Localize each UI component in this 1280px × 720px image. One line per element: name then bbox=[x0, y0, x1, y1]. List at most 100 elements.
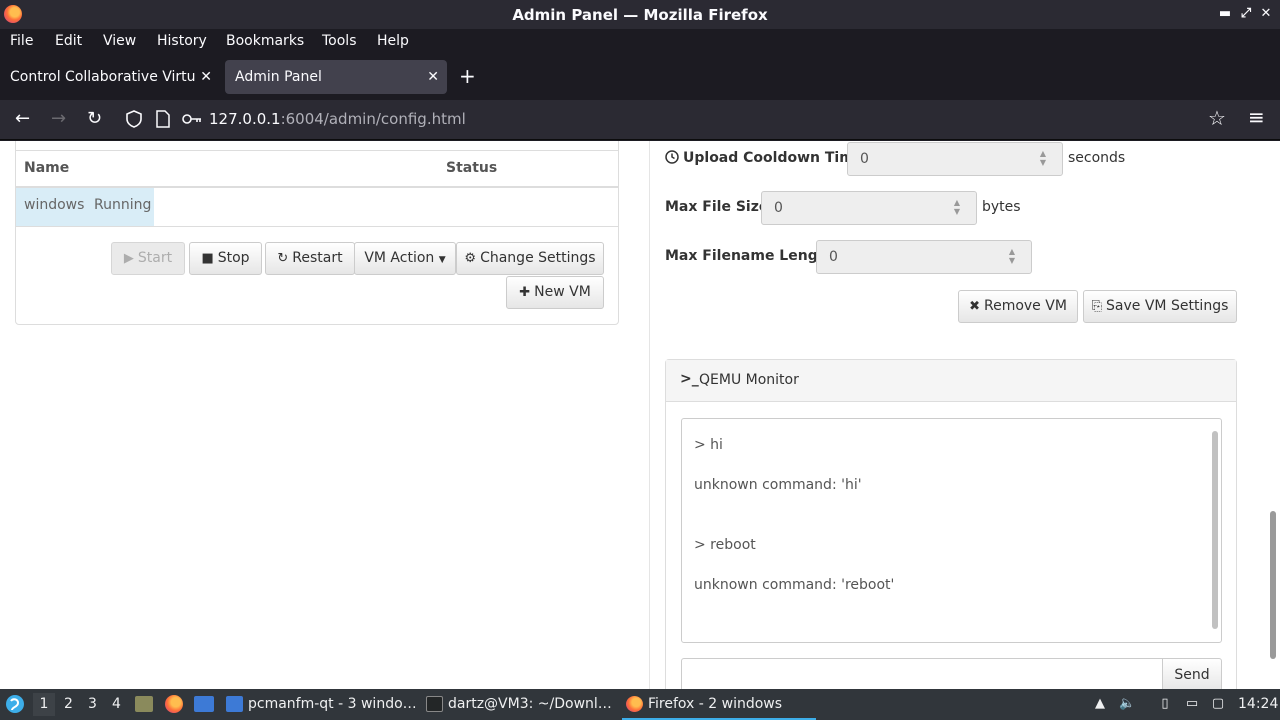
save-vm-settings-label: Save VM Settings bbox=[1106, 298, 1229, 314]
upload-cooldown-unit: seconds bbox=[1068, 150, 1126, 166]
terminal-icon bbox=[426, 696, 443, 712]
menu-tools[interactable]: Tools bbox=[322, 33, 357, 49]
folder-icon bbox=[226, 696, 243, 712]
workspace-4[interactable]: 4 bbox=[112, 696, 121, 712]
new-tab-button[interactable]: + bbox=[459, 66, 476, 86]
spinner-icon[interactable]: ▲ ▼ bbox=[1009, 247, 1015, 265]
restart-button[interactable]: ↻ Restart bbox=[265, 242, 355, 275]
reload-icon[interactable]: ↻ bbox=[87, 109, 102, 129]
task-label: Firefox - 2 windows bbox=[648, 696, 783, 712]
table-row[interactable]: windows Running bbox=[16, 188, 154, 226]
workspace-1[interactable]: 1 bbox=[33, 693, 55, 716]
max-filename-length-input[interactable]: 0 ▲ ▼ bbox=[816, 240, 1032, 274]
task-firefox[interactable]: Firefox - 2 windows bbox=[622, 689, 816, 720]
save-vm-settings-button[interactable]: ⎘ Save VM Settings bbox=[1083, 290, 1237, 323]
workspace-2[interactable]: 2 bbox=[64, 696, 73, 712]
upload-cooldown-value: 0 bbox=[860, 151, 869, 167]
max-file-size-input[interactable]: 0 ▲ ▼ bbox=[761, 191, 977, 225]
qemu-monitor-header: >_ QEMU Monitor bbox=[666, 360, 1236, 402]
max-filename-length-value: 0 bbox=[829, 249, 838, 265]
workspace-3[interactable]: 3 bbox=[88, 696, 97, 712]
upload-cooldown-input[interactable]: 0 ▲ ▼ bbox=[847, 142, 1063, 176]
bookmark-star-icon[interactable]: ☆ bbox=[1208, 108, 1226, 128]
new-vm-label: New VM bbox=[534, 284, 591, 300]
minimize-button[interactable]: ▬ bbox=[1218, 6, 1232, 22]
change-settings-button[interactable]: ⚙ Change Settings bbox=[456, 242, 604, 275]
spinner-icon[interactable]: ▲ ▼ bbox=[1040, 149, 1046, 167]
stop-icon: ■ bbox=[201, 251, 214, 266]
vm-list-panel: Name Status windows Running ▶ Start ■ Stop… bbox=[15, 141, 619, 325]
url-path: :6004/admin/config.html bbox=[280, 110, 466, 128]
max-file-size-label: Max File Size: bbox=[665, 199, 774, 215]
output-line: unknown command: 'hi' bbox=[694, 477, 862, 493]
clock: 14:24 bbox=[1238, 696, 1279, 712]
tray-up-arrow-icon[interactable]: ▲ bbox=[1092, 696, 1108, 712]
output-scrollbar[interactable] bbox=[1212, 431, 1218, 629]
menu-edit[interactable]: Edit bbox=[55, 33, 82, 49]
volume-icon[interactable]: 🔈 bbox=[1119, 696, 1135, 712]
vm-action-dropdown[interactable]: VM Action ▼ bbox=[354, 242, 456, 275]
shield-icon[interactable] bbox=[126, 110, 142, 128]
stop-button[interactable]: ■ Stop bbox=[189, 242, 262, 275]
output-line: > reboot bbox=[694, 537, 756, 553]
app-menu-icon[interactable]: ≡ bbox=[1248, 107, 1265, 127]
column-status: Status bbox=[446, 160, 498, 176]
forward-icon[interactable]: → bbox=[51, 109, 66, 129]
vm-status: Running bbox=[94, 197, 152, 213]
taskbar: 1 2 3 4 pcmanfm-qt - 3 windo… dartz@VM3:… bbox=[0, 689, 1280, 720]
task-pcmanfm[interactable]: pcmanfm-qt - 3 windo… bbox=[222, 689, 417, 720]
tab-collaborative-vm[interactable]: Control Collaborative Virtual ✕ bbox=[0, 60, 220, 94]
page-scrollbar[interactable] bbox=[1270, 511, 1276, 659]
maximize-button[interactable]: ⤢ bbox=[1239, 6, 1253, 22]
save-icon: ⎘ bbox=[1091, 299, 1103, 314]
clipboard-icon[interactable]: ▯ bbox=[1157, 696, 1173, 712]
qemu-monitor-title: QEMU Monitor bbox=[699, 372, 799, 388]
task-terminal[interactable]: dartz@VM3: ~/Downl… bbox=[422, 689, 617, 720]
new-vm-button[interactable]: ✚ New VM bbox=[506, 276, 604, 309]
row-divider bbox=[16, 226, 618, 227]
menu-view[interactable]: View bbox=[103, 33, 136, 49]
tab-label: Control Collaborative Virtual bbox=[10, 69, 209, 85]
tab-close-icon[interactable]: ✕ bbox=[196, 60, 212, 94]
menu-history[interactable]: History bbox=[157, 33, 207, 49]
window-titlebar: Admin Panel — Mozilla Firefox ▬ ⤢ ✕ bbox=[0, 0, 1280, 29]
firefox-launcher-icon[interactable] bbox=[165, 695, 183, 713]
file-manager-launcher-icon[interactable] bbox=[135, 696, 153, 712]
url-field[interactable]: 127.0.0.1:6004/admin/config.html bbox=[209, 110, 466, 128]
tab-bar: Control Collaborative Virtual ✕ Admin Pa… bbox=[0, 54, 1280, 100]
tab-close-icon[interactable]: ✕ bbox=[427, 60, 439, 94]
page-icon[interactable] bbox=[156, 110, 170, 128]
start-menu-icon[interactable] bbox=[5, 694, 25, 714]
start-button[interactable]: ▶ Start bbox=[111, 242, 185, 275]
qemu-command-input[interactable] bbox=[681, 658, 1163, 689]
restart-label: Restart bbox=[292, 250, 343, 266]
vm-action-label: VM Action bbox=[364, 250, 435, 266]
terminal-icon: >_ bbox=[680, 371, 699, 387]
display-icon[interactable]: ▭ bbox=[1184, 696, 1200, 712]
close-window-button[interactable]: ✕ bbox=[1259, 6, 1273, 22]
tab-label: Admin Panel bbox=[235, 69, 322, 85]
back-icon[interactable]: ← bbox=[15, 109, 30, 129]
column-divider bbox=[649, 141, 650, 689]
vm-table-header: Name Status bbox=[16, 150, 618, 188]
desktop-launcher-icon[interactable] bbox=[194, 696, 214, 712]
send-button[interactable]: Send bbox=[1162, 658, 1222, 689]
play-icon: ▶ bbox=[123, 251, 134, 266]
column-name: Name bbox=[24, 160, 70, 176]
keyboard-icon[interactable]: ▢ bbox=[1210, 696, 1226, 712]
gear-icon: ⚙ bbox=[464, 251, 477, 266]
menu-bookmarks[interactable]: Bookmarks bbox=[226, 33, 304, 49]
menu-file[interactable]: File bbox=[10, 33, 33, 49]
spinner-icon[interactable]: ▲ ▼ bbox=[954, 198, 960, 216]
qemu-monitor-panel: >_ QEMU Monitor > hi unknown command: 'h… bbox=[665, 359, 1237, 689]
menu-help[interactable]: Help bbox=[377, 33, 409, 49]
tab-admin-panel[interactable]: Admin Panel ✕ bbox=[225, 60, 447, 94]
key-icon[interactable] bbox=[182, 112, 202, 126]
vm-name: windows bbox=[24, 197, 85, 213]
remove-vm-button[interactable]: ✖ Remove VM bbox=[958, 290, 1078, 323]
change-settings-label: Change Settings bbox=[480, 250, 596, 266]
qemu-output[interactable]: > hi unknown command: 'hi' > reboot unkn… bbox=[681, 418, 1222, 643]
firefox-icon bbox=[626, 696, 643, 712]
output-line: unknown command: 'reboot' bbox=[694, 577, 895, 593]
restart-icon: ↻ bbox=[277, 251, 289, 266]
